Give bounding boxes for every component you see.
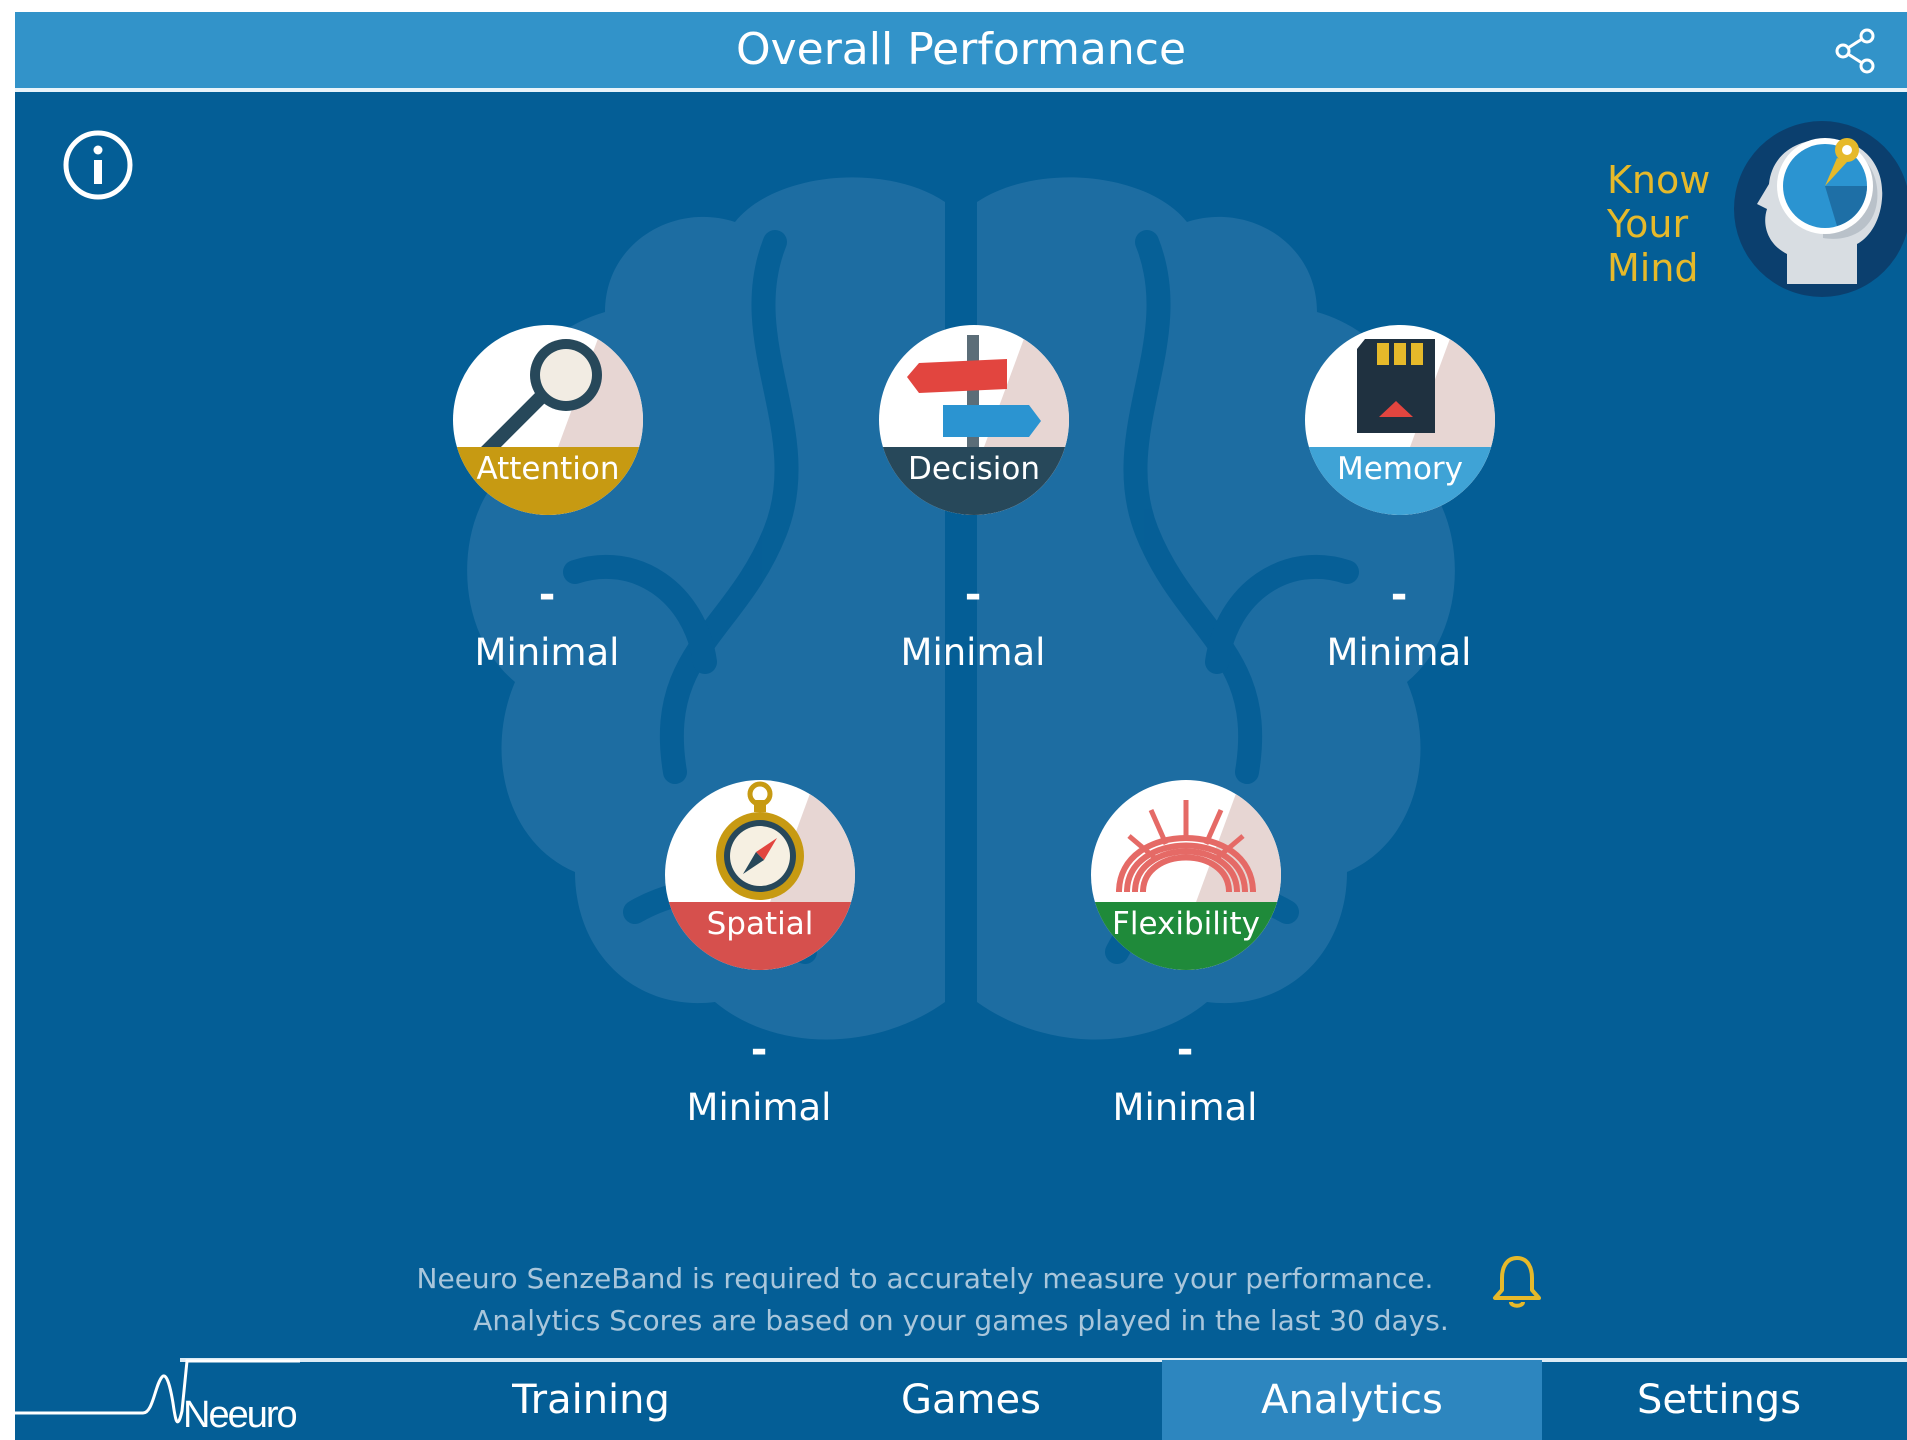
- skill-decision-score: -: [964, 572, 982, 618]
- note-line-senzeband: Neeuro SenzeBand is required to accurate…: [416, 1262, 1434, 1295]
- tab-analytics[interactable]: Analytics: [1162, 1360, 1542, 1440]
- skill-spatial[interactable]: Spatial - Minimal: [609, 780, 909, 1180]
- skill-flexibility-level: Minimal: [1112, 1086, 1258, 1129]
- skill-flexibility-badge: Flexibility: [1091, 780, 1281, 970]
- tab-settings[interactable]: Settings: [1529, 1360, 1907, 1440]
- note-line-analytics: Analytics Scores are based on your games…: [473, 1304, 1449, 1337]
- tab-games[interactable]: Games: [781, 1360, 1161, 1440]
- info-icon: [63, 130, 133, 200]
- skill-attention-badge: Attention: [453, 325, 643, 515]
- share-button[interactable]: [1831, 26, 1881, 76]
- skill-memory-badge: Memory: [1305, 325, 1495, 515]
- skill-decision-level: Minimal: [900, 631, 1046, 674]
- know-your-mind-label: Know Your Mind: [1607, 158, 1711, 290]
- footer-note: Neeuro SenzeBand is required to accurate…: [15, 1258, 1907, 1342]
- share-icon: [1835, 28, 1875, 74]
- skill-attention[interactable]: Attention - Minimal: [397, 325, 697, 725]
- skill-memory-score: -: [1390, 572, 1408, 618]
- skill-attention-level: Minimal: [474, 631, 620, 674]
- skill-memory[interactable]: Memory - Minimal: [1249, 325, 1549, 725]
- skill-memory-label: Memory: [1336, 451, 1464, 487]
- bell-icon: [1493, 1256, 1541, 1308]
- skill-decision[interactable]: Decision - Minimal: [823, 325, 1123, 725]
- head-compass-icon: [1734, 121, 1907, 297]
- app-screen: Overall Performance Know Your Mind Atten…: [15, 12, 1907, 1440]
- skill-flexibility[interactable]: Flexibility - Minimal: [1035, 780, 1335, 1180]
- neeuro-logo-text: Neeuro: [183, 1394, 296, 1436]
- skill-memory-level: Minimal: [1326, 631, 1472, 674]
- neeuro-logo[interactable]: Neeuro: [15, 1355, 300, 1440]
- info-button[interactable]: [61, 128, 135, 202]
- skill-flexibility-score: -: [1176, 1027, 1194, 1073]
- skill-spatial-score: -: [750, 1027, 768, 1073]
- notification-button[interactable]: [1490, 1252, 1544, 1310]
- skill-spatial-badge: Spatial: [665, 780, 855, 970]
- skill-attention-score: -: [538, 572, 556, 618]
- know-your-mind-button[interactable]: Know Your Mind: [1607, 114, 1907, 314]
- skill-decision-label: Decision: [908, 451, 1040, 487]
- tab-training[interactable]: Training: [401, 1360, 781, 1440]
- skill-attention-label: Attention: [476, 451, 620, 487]
- skill-spatial-level: Minimal: [686, 1086, 832, 1129]
- page-title: Overall Performance: [735, 24, 1187, 75]
- skill-spatial-label: Spatial: [706, 906, 814, 942]
- header-bar: Overall Performance: [15, 12, 1907, 92]
- skill-decision-badge: Decision: [879, 325, 1069, 515]
- skill-flexibility-label: Flexibility: [1112, 906, 1260, 942]
